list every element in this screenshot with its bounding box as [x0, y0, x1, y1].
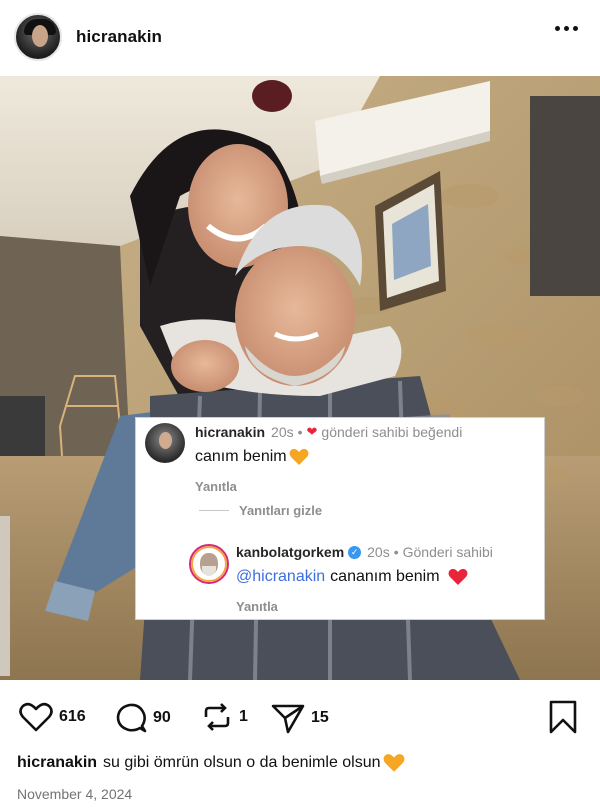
reply-button[interactable]: Yanıtla — [236, 599, 278, 614]
comment-count: 90 — [153, 709, 171, 726]
comment-time: 20s — [271, 424, 294, 440]
author-label: Gönderi sahibi — [402, 544, 493, 560]
hide-replies-label: Yanıtları gizle — [239, 503, 323, 518]
reply-meta: kanbolatgorkem ✓ 20s • Gönderi sahibi — [236, 544, 493, 560]
caption-text: su gibi ömrün olsun o da benimle olsun — [103, 754, 381, 771]
commenter-username[interactable]: hicranakin — [195, 424, 265, 440]
comment-overlay: hicranakin 20s • ❤ gönderi sahibi beğend… — [135, 417, 545, 620]
bookmark-icon[interactable] — [548, 700, 578, 734]
share-count: 15 — [311, 709, 329, 726]
reply-author-username[interactable]: kanbolatgorkem — [236, 544, 344, 560]
orange-heart-icon — [289, 448, 309, 465]
reply-text: @hicranakin cananım benim — [236, 568, 468, 586]
post-date: November 4, 2024 — [17, 786, 133, 802]
liked-by-author-label: gönderi sahibi beğendi — [321, 424, 463, 440]
repost-count: 1 — [239, 708, 248, 725]
repost-action[interactable]: 1 — [201, 702, 248, 732]
reply-button[interactable]: Yanıtla — [195, 479, 237, 494]
comment-meta: hicranakin 20s • ❤ gönderi sahibi beğend… — [195, 424, 462, 440]
repost-icon[interactable] — [201, 702, 233, 732]
comment-body: canım benim — [195, 448, 287, 465]
author-username[interactable]: hicranakin — [76, 27, 162, 47]
author-avatar[interactable] — [14, 13, 62, 61]
more-horizontal-icon[interactable] — [555, 26, 578, 31]
orange-heart-icon — [383, 754, 404, 772]
mention-link[interactable]: @hicranakin — [236, 568, 325, 586]
reply-time: 20s — [367, 544, 390, 560]
send-icon[interactable] — [271, 702, 305, 734]
action-bar: 616 90 1 15 — [0, 696, 600, 740]
comment-bubble-icon[interactable] — [115, 702, 147, 734]
reply-author-avatar[interactable] — [189, 544, 229, 584]
hide-replies-button[interactable]: Yanıtları gizle — [199, 503, 322, 518]
reply-body: cananım benim — [330, 568, 440, 585]
red-heart-icon — [448, 568, 468, 585]
thread-line — [199, 510, 229, 511]
meta-separator: • — [393, 544, 399, 560]
heart-outline-icon[interactable] — [19, 702, 53, 732]
comment-action[interactable]: 90 — [115, 702, 171, 734]
post-photo[interactable]: hicranakin 20s • ❤ gönderi sahibi beğend… — [0, 76, 600, 680]
post-header: hicranakin — [0, 0, 600, 74]
verified-badge-icon: ✓ — [348, 545, 362, 559]
like-count: 616 — [59, 708, 86, 725]
caption-username[interactable]: hicranakin — [17, 754, 97, 772]
meta-separator: • — [297, 424, 303, 440]
comment-text: canım benim — [195, 448, 309, 466]
like-action[interactable]: 616 — [19, 702, 86, 732]
heart-filled-icon: ❤ — [306, 424, 318, 439]
save-action[interactable] — [548, 700, 578, 734]
share-action[interactable]: 15 — [271, 702, 329, 734]
commenter-avatar[interactable] — [145, 423, 185, 463]
post-caption: hicranakin su gibi ömrün olsun o da beni… — [17, 753, 405, 773]
